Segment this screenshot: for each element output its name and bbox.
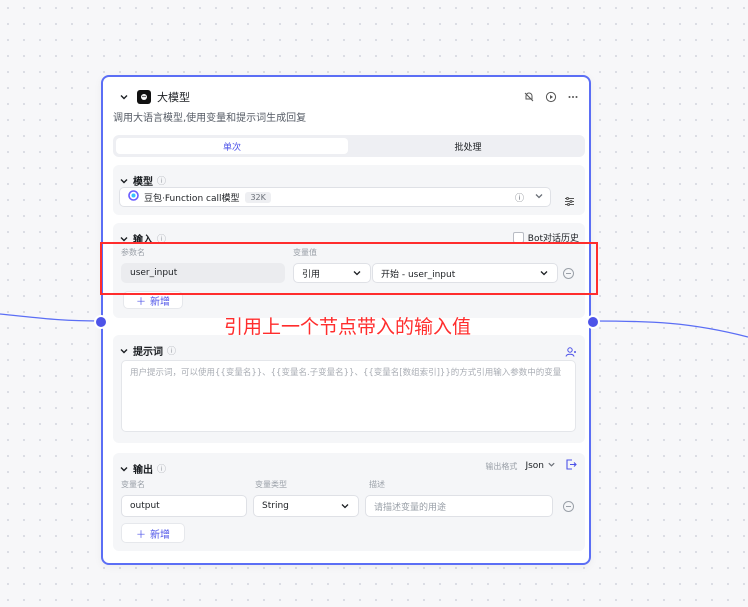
prompt-placeholder: 用户提示词，可以使用{{变量名}}、{{变量名.子变量名}}、{{变量名[数组索…	[130, 368, 562, 378]
output-port[interactable]	[586, 315, 600, 329]
plus-icon: ＋	[136, 529, 146, 541]
model-chevron-icon[interactable]	[119, 176, 129, 186]
info-icon: ⓘ	[157, 177, 167, 187]
doubao-logo-icon	[128, 190, 139, 204]
prompt-textarea[interactable]: 用户提示词，可以使用{{变量名}}、{{变量名.子变量名}}、{{变量名[数组索…	[121, 360, 576, 432]
prompt-section: 提示词 ⓘ 用户提示词，可以使用{{变量名}}、{{变量名.子变量名}}、{{变…	[113, 335, 585, 443]
outgoing-edge	[592, 320, 748, 338]
annotation-text: 引用上一个节点带入的输入值	[224, 316, 472, 338]
tab-single[interactable]: 单次	[116, 138, 348, 154]
output-var-type-value: String	[262, 501, 289, 511]
output-section-title: 输出	[133, 465, 153, 476]
output-section: 输出 ⓘ 输出格式 Json 变量名 变量类型 描述 output String…	[113, 453, 585, 551]
model-section: 模型 ⓘ 豆包·Function call模型 32K ⓘ	[113, 165, 585, 215]
format-chevron-icon[interactable]	[547, 460, 556, 472]
output-format-label: 输出格式	[485, 461, 518, 471]
prompt-chevron-icon[interactable]	[119, 346, 129, 356]
node-description: 调用大语言模型,使用变量和提示词生成回复	[113, 113, 307, 124]
input-port[interactable]	[94, 315, 108, 329]
output-desc-placeholder: 请描述变量的用途	[374, 502, 447, 513]
output-var-name-value: output	[130, 501, 160, 511]
output-var-name-input[interactable]: output	[121, 495, 247, 517]
add-output-button[interactable]: ＋ 新增	[121, 523, 185, 543]
add-output-label: 新增	[150, 529, 170, 541]
more-icon[interactable]	[567, 88, 579, 107]
model-name: 豆包·Function call模型	[144, 193, 240, 204]
model-section-title: 模型	[133, 177, 153, 188]
output-desc-input[interactable]: 请描述变量的用途	[365, 495, 553, 517]
output-format-select[interactable]: Json	[525, 461, 544, 471]
model-info-icon[interactable]: ⓘ	[515, 191, 524, 204]
info-icon: ⓘ	[167, 347, 177, 357]
model-badge: 32K	[245, 191, 271, 203]
remove-output-icon[interactable]	[563, 501, 574, 512]
node-title: 大模型	[157, 91, 190, 104]
model-select[interactable]: 豆包·Function call模型 32K ⓘ	[119, 187, 551, 207]
run-icon[interactable]	[545, 88, 557, 107]
tab-batch[interactable]: 批处理	[353, 138, 583, 154]
output-format-area: 输出格式 Json	[485, 459, 577, 473]
output-var-type-select[interactable]: String	[253, 495, 359, 517]
output-chevron-icon[interactable]	[119, 464, 129, 474]
model-logo-icon	[137, 90, 151, 104]
var-name-header: 变量名	[121, 480, 145, 489]
var-type-header: 变量类型	[255, 480, 287, 489]
node-header: 大模型	[117, 87, 579, 107]
debug-off-icon[interactable]	[523, 88, 535, 107]
annotation-highlight-box	[100, 242, 598, 295]
info-icon: ⓘ	[157, 465, 167, 475]
model-settings-icon[interactable]	[564, 192, 575, 211]
incoming-edge	[0, 313, 102, 322]
desc-header: 描述	[369, 480, 385, 489]
output-export-icon[interactable]	[566, 459, 577, 473]
mode-tabs: 单次 批处理	[113, 135, 585, 157]
model-dropdown-chevron-icon[interactable]	[534, 191, 544, 204]
collapse-chevron-icon[interactable]	[117, 90, 131, 104]
var-type-chevron-icon	[340, 501, 350, 511]
prompt-section-title: 提示词	[133, 347, 163, 358]
